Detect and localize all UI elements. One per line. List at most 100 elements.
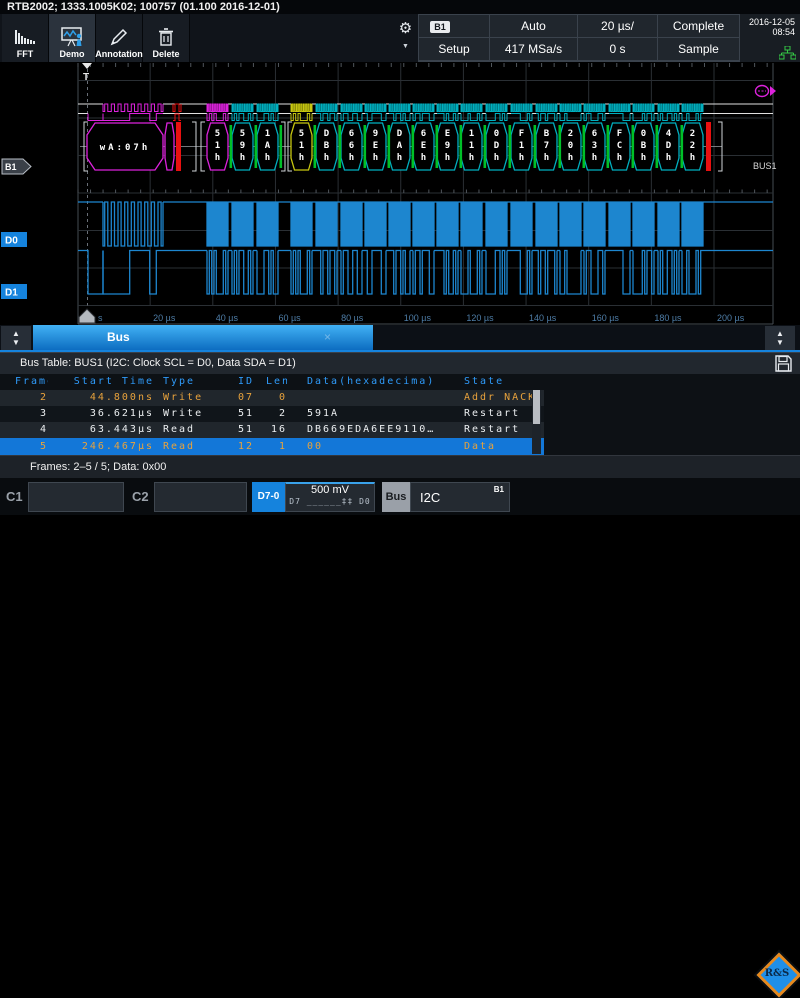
decode-frame-label: C (617, 141, 622, 151)
decode-frame-label: 6 (592, 129, 597, 139)
channel-c1-panel[interactable] (28, 482, 124, 512)
decode-frame-label: h (299, 153, 304, 163)
setup-cell[interactable]: Setup (419, 38, 489, 60)
tab-bus[interactable]: Bus × (33, 325, 373, 350)
fft-button[interactable]: FFT (2, 14, 49, 62)
ack-bar (313, 125, 317, 168)
decode-frame-label: 6 (349, 129, 354, 139)
ack-bar (363, 125, 367, 168)
scrollbar-thumb[interactable] (533, 390, 540, 424)
result-tab-bar: ▲ ▼ Bus × ▲ ▼ (0, 325, 800, 352)
decode-frame-label: h (519, 153, 524, 163)
decode-frame-label: 1 (299, 141, 304, 151)
decode-frame-label: 1 (469, 129, 474, 139)
col-len: Len. (266, 376, 287, 387)
bus1-channel-label: B1 (5, 162, 17, 172)
acq-state-cell[interactable]: Complete (658, 15, 739, 37)
channel-c1-label[interactable]: C1 (6, 482, 23, 512)
datetime-panel[interactable]: 2016-12-05 08:54 (740, 14, 800, 62)
decode-frame-label: h (469, 153, 474, 163)
sample-rate-cell[interactable]: 417 MSa/s (490, 38, 577, 60)
ack-bar (680, 125, 684, 168)
decode-frame-label: h (265, 153, 270, 163)
bus-i2c-panel[interactable]: I2C B1 (410, 482, 510, 512)
horizontal-position-value: 0 s (609, 42, 626, 56)
time-axis-label: 120 µs (466, 313, 494, 323)
timebase-value: 20 µs/ (601, 19, 634, 33)
demo-button[interactable]: Demo (49, 14, 96, 62)
ack-bar (229, 125, 233, 168)
decode-frame-label: h (592, 153, 597, 163)
ack-bar (387, 125, 391, 168)
bus-label[interactable]: Bus (382, 482, 410, 512)
tab-scroll-right-button[interactable]: ▲ ▼ (765, 326, 795, 350)
trigger-mode-cell[interactable]: Auto (490, 15, 577, 37)
ack-bar (435, 125, 439, 168)
time-axis-label: 60 µs (278, 313, 301, 323)
channel-c2-label[interactable]: C2 (132, 482, 149, 512)
table-scrollbar[interactable] (532, 390, 541, 454)
waveform-display[interactable]: wA:07h 5 1 h 5 9 h 1 Ah 5 1 h D Bh 6 6 h 9 Eh D Ah 6 Eh E 9 h 1 1 h 0… (0, 62, 800, 325)
decode-frame-label: B (641, 141, 647, 151)
trigger-time-marker (78, 308, 96, 324)
decode-frame-label: h (494, 153, 499, 163)
menu-button[interactable]: ⚙ ▼ (393, 14, 418, 62)
ack-bar (582, 125, 586, 168)
delete-button[interactable]: Delete (143, 14, 190, 62)
decode-frame-label: h (617, 153, 622, 163)
bus-table-title: Bus Table: BUS1 (I2C: Clock SCL = D0, Da… (0, 352, 800, 374)
table-row[interactable]: 3 36.621µs Write 51 2 591A Restart (0, 406, 544, 422)
decode-frame-label: 7 (544, 141, 549, 151)
acq-type-cell[interactable]: Sample (658, 38, 739, 60)
d70-channel-states: D7 ______‡‡ D0 (289, 497, 371, 506)
table-row[interactable]: 2 44.800ns Write 07 0 Addr NACK (0, 390, 544, 406)
chevron-down-icon: ▼ (402, 43, 409, 50)
decode-frame-label: 3 (592, 141, 597, 151)
toolbar: FFT Demo Annotation Delete (0, 14, 393, 62)
acquisition-info-grid: B1 Auto 20 µs/ Complete Setup 417 MSa/s … (418, 14, 740, 62)
bus-table-title-text: Bus Table: BUS1 (I2C: Clock SCL = D0, Da… (20, 357, 296, 369)
acq-state-value: Complete (672, 19, 725, 33)
delete-label: Delete (152, 49, 180, 59)
close-icon[interactable]: × (324, 325, 331, 350)
annotation-button[interactable]: Annotation (95, 14, 143, 62)
bus-table: Frame Start Time Type ID Len. Data(hexad… (0, 374, 800, 455)
horizontal-position-cell[interactable]: 0 s (578, 38, 657, 60)
setup-label: Setup (438, 42, 470, 56)
decode-frame-label: h (397, 153, 402, 163)
time-axis-label: 200 µs (717, 313, 745, 323)
fft-label: FFT (16, 49, 34, 59)
ack-bar (254, 125, 258, 168)
arrow-up-icon: ▲ (12, 328, 20, 338)
decode-frame-label: h (445, 153, 450, 163)
sample-rate-value: 417 MSa/s (504, 42, 563, 56)
d70-threshold-value: 500 mV (311, 484, 349, 496)
decode-frame-label: D (666, 141, 672, 151)
decode-frame-label: 2 (690, 141, 695, 151)
col-id: ID (238, 376, 255, 387)
time-axis-label: 100 µs (404, 313, 432, 323)
save-icon[interactable] (775, 355, 792, 372)
bus-table-header: Frame Start Time Type ID Len. Data(hexad… (0, 374, 544, 390)
decode-frame-label: 5 (215, 129, 220, 139)
tab-bus-label: Bus (107, 330, 130, 344)
logic-d70-panel[interactable]: 500 mV D7 ______‡‡ D0 (285, 482, 375, 512)
channel-c2-panel[interactable] (154, 482, 247, 512)
frames-summary: Frames: 2–5 / 5; Data: 0x00 (0, 455, 800, 478)
decode-frame-label: h (641, 153, 646, 163)
ack-bar (279, 125, 283, 168)
time-value: 08:54 (772, 27, 795, 37)
table-row[interactable]: 4 63.443µs Read 51 16 DB669EDA6EE9110… R… (0, 422, 544, 438)
time-axis-label: 140 µs (529, 313, 557, 323)
logic-d70-label[interactable]: D7-0 (252, 482, 285, 512)
table-row-selected[interactable]: 5 246.467µs Read 12 1 00 Data (0, 438, 544, 455)
col-start-time: Start Time (73, 376, 154, 387)
tab-scroll-left-button[interactable]: ▲ ▼ (1, 326, 31, 350)
decode-frame-label: E (373, 141, 378, 151)
decode-frame-label: h (240, 153, 245, 163)
b1-cell[interactable]: B1 (419, 15, 489, 37)
decode-frame-label: 5 (240, 129, 245, 139)
decode-frame-label: wA:07h (100, 143, 151, 153)
timebase-cell[interactable]: 20 µs/ (578, 15, 657, 37)
time-axis-label: 20 µs (153, 313, 176, 323)
